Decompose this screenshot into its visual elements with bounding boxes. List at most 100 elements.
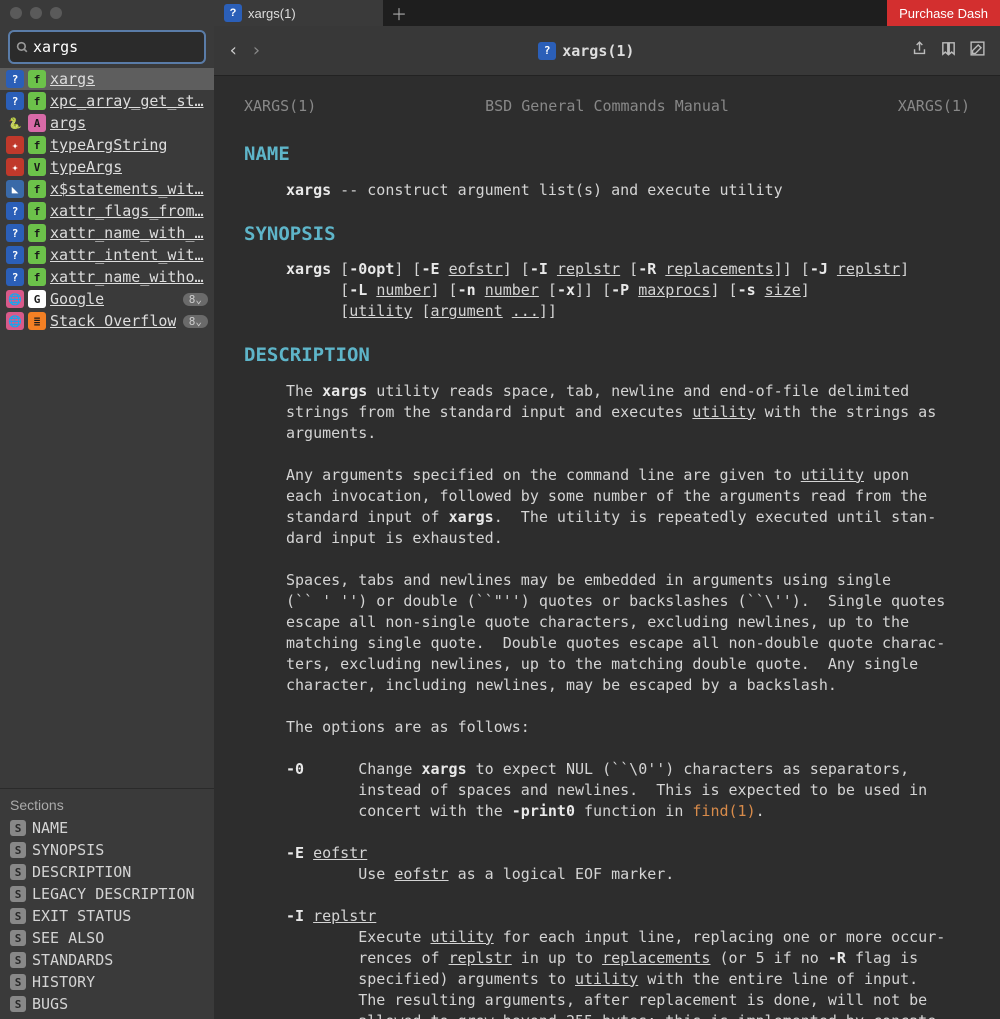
close-window-icon[interactable] — [10, 7, 22, 19]
type-icon: f — [28, 246, 46, 264]
man-page-content[interactable]: XARGS(1) BSD General Commands Manual XAR… — [214, 76, 1000, 1019]
result-row[interactable]: ✦ftypeArgString — [0, 134, 214, 156]
search-icon — [16, 39, 29, 55]
type-icon: V — [28, 158, 46, 176]
section-link[interactable]: SEXIT STATUS — [8, 905, 206, 927]
section-icon: S — [10, 842, 26, 858]
back-button[interactable]: ‹ — [228, 40, 239, 61]
type-icon: ≣ — [28, 312, 46, 330]
section-icon: S — [10, 820, 26, 836]
docset-icon: ? — [6, 246, 24, 264]
section-icon: S — [10, 864, 26, 880]
docset-icon: ? — [6, 202, 24, 220]
section-link[interactable]: SLEGACY DESCRIPTION — [8, 883, 206, 905]
share-icon[interactable] — [911, 40, 928, 62]
docset-icon: 🌐 — [6, 290, 24, 308]
type-icon: A — [28, 114, 46, 132]
section-link[interactable]: SBUGS — [8, 993, 206, 1015]
docset-icon: ? — [6, 268, 24, 286]
section-icon: S — [10, 930, 26, 946]
tab-xargs[interactable]: ? xargs(1) — [214, 0, 384, 26]
type-icon: G — [28, 290, 46, 308]
docset-icon: ? — [6, 70, 24, 88]
purchase-button[interactable]: Purchase Dash — [887, 0, 1000, 26]
name-body: xargs -- construct argument list(s) and … — [244, 180, 970, 201]
sections-header: Sections — [8, 793, 206, 817]
section-link[interactable]: SDESCRIPTION — [8, 861, 206, 883]
result-row[interactable]: ◣fx$statements_wit… — [0, 178, 214, 200]
result-row[interactable]: ✦VtypeArgs — [0, 156, 214, 178]
man-page-icon: ? — [224, 4, 242, 22]
type-icon: f — [28, 70, 46, 88]
result-label: args — [50, 114, 86, 132]
docset-icon: ✦ — [6, 158, 24, 176]
section-icon: S — [10, 952, 26, 968]
section-name: NAME — [244, 141, 970, 168]
bookmark-icon[interactable] — [940, 40, 957, 62]
result-count-badge[interactable]: 8⌄ — [183, 293, 208, 306]
tab-bar: ? xargs(1) ＋ Purchase Dash — [214, 0, 1000, 26]
result-row[interactable]: ?fxattr_name_witho… — [0, 266, 214, 288]
edit-icon[interactable] — [969, 40, 986, 62]
zoom-window-icon[interactable] — [50, 7, 62, 19]
result-label: xargs — [50, 70, 95, 88]
result-row[interactable]: ?fxattr_name_with_… — [0, 222, 214, 244]
result-row[interactable]: ?fxargs — [0, 68, 214, 90]
result-row[interactable]: 🐍Aargs — [0, 112, 214, 134]
new-tab-button[interactable]: ＋ — [384, 0, 414, 26]
type-icon: f — [28, 224, 46, 242]
result-count-badge[interactable]: 8⌄ — [183, 315, 208, 328]
section-link[interactable]: SNAME — [8, 817, 206, 839]
toolbar: ‹ › ? xargs(1) — [214, 26, 1000, 76]
result-label: xpc_array_get_st… — [50, 92, 204, 110]
forward-button[interactable]: › — [251, 40, 262, 61]
search-input[interactable] — [29, 36, 228, 58]
result-label: x$statements_wit… — [50, 180, 204, 198]
search-bar[interactable] — [8, 30, 206, 64]
section-icon: S — [10, 974, 26, 990]
type-icon: f — [28, 180, 46, 198]
man-page-icon: ? — [538, 42, 556, 60]
main-area: ? xargs(1) ＋ Purchase Dash ‹ › ? xargs(1… — [214, 0, 1000, 1019]
page-title: ? xargs(1) — [274, 42, 899, 60]
result-row[interactable]: 🌐GGoogle 8⌄ — [0, 288, 214, 310]
result-label: xattr_name_with_… — [50, 224, 204, 242]
docset-icon: ✦ — [6, 136, 24, 154]
result-row[interactable]: 🌐≣Stack Overflow 8⌄ — [0, 310, 214, 332]
result-label: typeArgs — [50, 158, 122, 176]
section-link[interactable]: SHISTORY — [8, 971, 206, 993]
section-icon: S — [10, 886, 26, 902]
result-label: typeArgString — [50, 136, 167, 154]
result-label: xattr_intent_wit… — [50, 246, 204, 264]
sidebar: ?fxargs?fxpc_array_get_st…🐍Aargs✦ftypeAr… — [0, 0, 214, 1019]
man-header: XARGS(1) BSD General Commands Manual XAR… — [244, 96, 970, 117]
result-row[interactable]: ?fxattr_flags_from… — [0, 200, 214, 222]
result-row[interactable]: ?fxattr_intent_wit… — [0, 244, 214, 266]
description-body: The xargs utility reads space, tab, newl… — [244, 381, 970, 1019]
docset-icon: 🌐 — [6, 312, 24, 330]
result-label: xattr_flags_from… — [50, 202, 204, 220]
section-synopsis: SYNOPSIS — [244, 221, 970, 248]
result-row[interactable]: ?fxpc_array_get_st… — [0, 90, 214, 112]
docset-icon: ? — [6, 224, 24, 242]
tab-label: xargs(1) — [248, 6, 296, 21]
section-link[interactable]: SSTANDARDS — [8, 949, 206, 971]
window-titlebar — [0, 0, 214, 26]
result-label: Stack Overflow — [50, 312, 176, 330]
section-description: DESCRIPTION — [244, 342, 970, 369]
docset-icon: ? — [6, 92, 24, 110]
section-icon: S — [10, 996, 26, 1012]
result-label: Google — [50, 290, 104, 308]
synopsis-body: xargs [-0opt] [-E eofstr] [-I replstr [-… — [244, 259, 970, 322]
type-icon: f — [28, 92, 46, 110]
section-link[interactable]: SSEE ALSO — [8, 927, 206, 949]
type-icon: f — [28, 202, 46, 220]
section-link[interactable]: SSYNOPSIS — [8, 839, 206, 861]
minimize-window-icon[interactable] — [30, 7, 42, 19]
section-icon: S — [10, 908, 26, 924]
result-label: xattr_name_witho… — [50, 268, 204, 286]
search-results: ?fxargs?fxpc_array_get_st…🐍Aargs✦ftypeAr… — [0, 68, 214, 788]
type-icon: f — [28, 268, 46, 286]
docset-icon: ◣ — [6, 180, 24, 198]
sections-panel: Sections SNAMESSYNOPSISSDESCRIPTIONSLEGA… — [0, 788, 214, 1019]
